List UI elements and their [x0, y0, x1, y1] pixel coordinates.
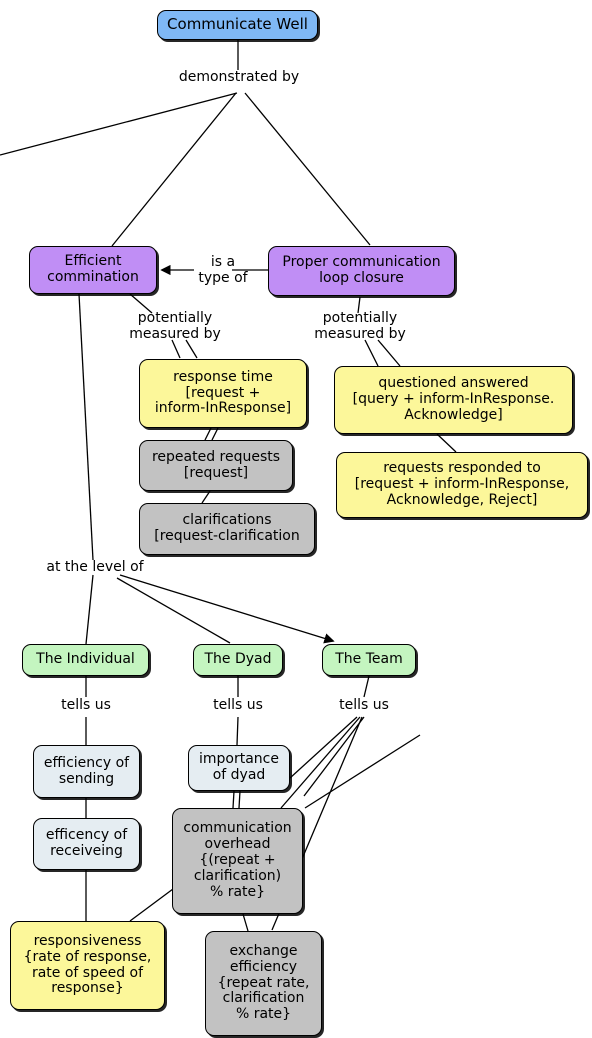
edge-team-to-tellsus [363, 675, 370, 698]
edge-measuredby-right-to-questioned-b [377, 339, 401, 367]
edge-measuredby-left-to-response-b [185, 339, 198, 359]
edge-overhead-to-exchange [242, 913, 249, 932]
node-the-individual[interactable]: The Individual [22, 644, 149, 676]
node-response-time[interactable]: response time [request + inform-InRespon… [139, 359, 307, 428]
link-label-is-a-type-of: is a type of [198, 254, 248, 286]
link-label-potentially-measured-by-left: potentially measured by [129, 310, 221, 342]
node-communicate-well[interactable]: Communicate Well [157, 10, 318, 40]
node-communication-overhead[interactable]: communication overhead {(repeat + clarif… [172, 808, 303, 914]
node-efficient-commination[interactable]: Efficient commination [29, 246, 157, 294]
edge-tellsus-dyad-to-importance [236, 716, 239, 746]
link-label-tells-us-individual: tells us [61, 697, 111, 713]
edge-atthelevelof-to-individual [85, 574, 94, 645]
edge-demonstrated-to-offscreen-left [0, 92, 238, 156]
node-efficiency-of-sending[interactable]: efficiency of sending [33, 745, 140, 798]
node-requests-responded-to[interactable]: requests responded to [request + inform-… [336, 452, 588, 518]
edge-demonstrated-to-loopclosure [244, 92, 371, 246]
link-label-potentially-measured-by-right: potentially measured by [314, 310, 406, 342]
node-proper-communication-loop-closure[interactable]: Proper communication loop closure [268, 246, 455, 296]
link-label-demonstrated-by: demonstrated by [178, 69, 300, 85]
edge-importance-to-overhead-b [238, 790, 241, 809]
link-label-at-the-level-of: at the level of [46, 559, 144, 575]
edge-importance-to-overhead-a [232, 790, 235, 809]
link-label-tells-us-dyad: tells us [213, 697, 263, 713]
edge-tellsus-team-to-importance [289, 716, 358, 779]
edge-overhead-to-offscreen-upright [304, 734, 421, 809]
edge-response-to-repeated-a [204, 427, 212, 441]
node-exchange-efficiency[interactable]: exchange efficiency {repeat rate, clarif… [205, 931, 322, 1036]
node-the-dyad[interactable]: The Dyad [193, 644, 283, 676]
node-efficency-of-receiveing[interactable]: efficency of receiveing [33, 818, 140, 870]
node-repeated-requests[interactable]: repeated requests [request] [139, 440, 293, 491]
concept-map-canvas: Communicate Well Efficient commination P… [0, 0, 592, 1038]
node-clarifications[interactable]: clarifications [request-clarification [139, 503, 315, 555]
edge-atthelevelof-to-dyad [116, 577, 231, 644]
edge-efficient-to-atthelevelof [78, 293, 94, 561]
edge-demonstrated-to-efficient [111, 92, 237, 247]
edge-tellsus-team-to-overhead-top [280, 716, 361, 809]
edge-atthelevelof-to-team [119, 574, 335, 644]
node-questioned-answered[interactable]: questioned answered [query + inform-InRe… [334, 366, 573, 434]
edge-tellsus-team-to-overhead-right [303, 716, 365, 797]
node-responsiveness[interactable]: responsiveness {rate of response, rate o… [10, 921, 165, 1010]
link-label-tells-us-team: tells us [339, 697, 389, 713]
edge-overhead-to-responsiveness [129, 888, 174, 922]
node-the-team[interactable]: The Team [322, 644, 416, 676]
edge-repeated-to-clarifications [201, 490, 211, 504]
edge-response-to-repeated-b [211, 427, 219, 441]
edge-measuredby-left-to-response-a [171, 339, 181, 359]
edge-measuredby-right-to-questioned-a [364, 339, 379, 367]
node-importance-of-dyad[interactable]: importance of dyad [188, 745, 290, 791]
edge-questioned-to-requests [436, 433, 457, 453]
